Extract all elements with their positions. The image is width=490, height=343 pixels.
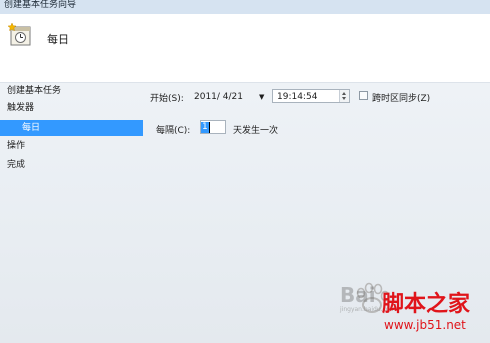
start-time-value: 19:14:54 bbox=[277, 92, 318, 102]
start-time-field[interactable]: 19:14:54 bbox=[272, 89, 350, 103]
window-title: 创建基本任务向导 bbox=[4, 0, 77, 10]
wizard-header: 每日 bbox=[0, 14, 490, 83]
watermark-site-url: www.jb51.net bbox=[384, 318, 466, 332]
time-spinner[interactable] bbox=[339, 90, 349, 102]
start-date-picker[interactable]: 2011/ 4/21 ▼ bbox=[188, 89, 270, 103]
step-action[interactable]: 操作 bbox=[0, 138, 144, 154]
step-label: 完成 bbox=[7, 160, 26, 170]
step-label: 创建基本任务 bbox=[7, 86, 62, 96]
page-title: 每日 bbox=[47, 33, 69, 46]
step-label: 每日 bbox=[22, 123, 41, 133]
recur-interval-value: 1 bbox=[201, 122, 209, 133]
task-calendar-star-icon bbox=[8, 23, 31, 46]
start-date-value: 2011/ 4/21 bbox=[194, 92, 244, 102]
step-create-basic-task[interactable]: 创建基本任务 bbox=[0, 83, 144, 99]
text-caret bbox=[209, 122, 210, 133]
recur-interval-input[interactable]: 1 bbox=[200, 120, 226, 134]
step-daily[interactable]: 每日 bbox=[0, 120, 143, 136]
recur-suffix: 天发生一次 bbox=[233, 126, 279, 136]
window-titlebar: 创建基本任务向导 bbox=[0, 0, 490, 14]
start-label: 开始(S): bbox=[150, 94, 184, 104]
sync-timezone-checkbox[interactable] bbox=[359, 91, 368, 100]
watermark-brand: Bai bbox=[340, 283, 376, 307]
sync-timezone-label: 跨时区同步(Z) bbox=[372, 94, 431, 104]
step-label: 触发器 bbox=[7, 103, 35, 113]
step-trigger[interactable]: 触发器 bbox=[0, 100, 144, 116]
recur-label: 每隔(C): bbox=[156, 126, 191, 136]
step-finish[interactable]: 完成 bbox=[0, 157, 144, 173]
wizard-steps: 创建基本任务 触发器 每日 操作 完成 bbox=[0, 83, 144, 343]
step-label: 操作 bbox=[7, 141, 26, 151]
chevron-down-icon[interactable]: ▼ bbox=[259, 90, 264, 104]
watermark-site-name: 脚本之家 bbox=[382, 292, 471, 317]
